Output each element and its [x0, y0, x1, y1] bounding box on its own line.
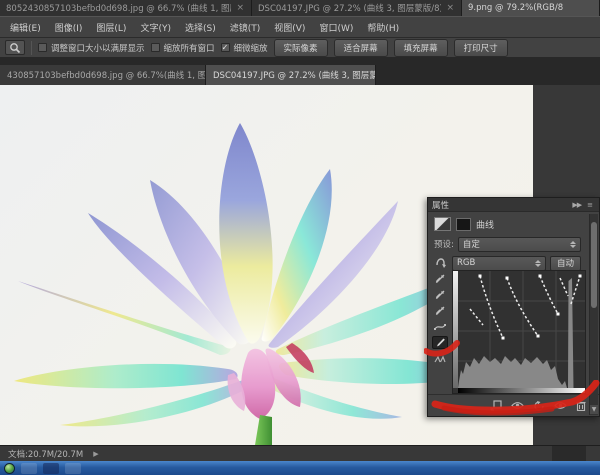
checkbox-checked-icon: ✓: [221, 43, 230, 52]
input-gradient-bar: [458, 388, 585, 393]
status-bar: 文档:20.7M/20.7M ▶: [0, 445, 600, 461]
resize-windows-label: 调整窗口大小以满屏显示: [51, 42, 145, 54]
channel-value: RGB: [457, 258, 475, 268]
panel-menu-icon[interactable]: ≡: [584, 201, 595, 209]
menu-type[interactable]: 文字(Y): [134, 18, 179, 37]
targeted-adjustment-icon[interactable]: [434, 257, 448, 269]
top-tab-1[interactable]: 8052430857103befbd0d698.jpg @ 66.7% (曲线 …: [0, 0, 252, 16]
adjustment-type-label: 曲线: [476, 218, 494, 231]
checkbox-icon: [151, 43, 160, 52]
window-resize-grip[interactable]: [552, 446, 586, 462]
draw-curve-pencil-icon[interactable]: [432, 336, 448, 349]
photoshop-window: 8052430857103befbd0d698.jpg @ 66.7% (曲线 …: [0, 0, 600, 475]
output-gradient-bar: [453, 271, 458, 388]
menu-edit[interactable]: 编辑(E): [4, 18, 49, 37]
menu-bar: 编辑(E) 图像(I) 图层(L) 文字(Y) 选择(S) 滤镜(T) 视图(V…: [0, 16, 600, 38]
top-tab-2[interactable]: DSC04197.JPG @ 27.2% (曲线 3, 图层蒙版/8) ×: [252, 0, 462, 16]
select-arrows-icon: [535, 260, 541, 267]
checkbox-icon: [38, 43, 47, 52]
edit-points-tool-icon[interactable]: [432, 320, 448, 333]
top-tab-1-label: 8052430857103befbd0d698.jpg @ 66.7% (曲线 …: [6, 2, 231, 14]
collapse-panel-icon[interactable]: ▶▶: [569, 201, 584, 209]
close-icon[interactable]: ×: [235, 3, 245, 13]
auto-button[interactable]: 自动: [550, 256, 581, 271]
menu-window[interactable]: 窗口(W): [313, 18, 361, 37]
document-tab-1-label: 430857103befbd0d698.jpg @ 66.7%(曲线 1, 图层…: [7, 69, 206, 81]
menu-filter[interactable]: 滤镜(T): [224, 18, 269, 37]
fit-screen-button[interactable]: 适合屏幕: [334, 39, 388, 57]
panel-scrollbar[interactable]: ▼: [589, 214, 598, 415]
menu-view[interactable]: 视图(V): [268, 18, 313, 37]
preset-value: 自定: [463, 238, 480, 250]
menu-help[interactable]: 帮助(H): [361, 18, 407, 37]
smooth-curve-icon[interactable]: [432, 352, 448, 365]
top-tab-2-label: DSC04197.JPG @ 27.2% (曲线 3, 图层蒙版/8): [258, 2, 441, 14]
flower-petals: [14, 123, 478, 445]
curve-plot: [453, 271, 585, 393]
workspace: 属性 ▶▶ ≡ 曲线 预设: 自定: [0, 85, 600, 445]
delete-adjustment-trash-icon[interactable]: [576, 400, 586, 411]
curve-points[interactable]: [479, 275, 582, 340]
menu-select[interactable]: 选择(S): [179, 18, 224, 37]
panel-footer: [428, 394, 599, 416]
windows-taskbar: [0, 461, 600, 475]
taskbar-app-icon[interactable]: [65, 463, 81, 474]
scrollbar-thumb[interactable]: [591, 222, 597, 308]
divider: [31, 41, 32, 55]
status-expander-icon[interactable]: ▶: [93, 450, 98, 458]
zoom-all-windows-label: 缩放所有窗口: [164, 42, 215, 54]
curve-line[interactable]: [470, 276, 580, 338]
clip-to-layer-icon[interactable]: [490, 400, 502, 411]
taskbar-app-icon[interactable]: [43, 463, 59, 474]
preset-label: 预设:: [434, 238, 454, 250]
adjustment-type-row: 曲线: [428, 214, 587, 234]
scrubby-zoom-checkbox[interactable]: ✓ 细微缩放: [221, 42, 268, 54]
actual-pixels-button[interactable]: 实际像素: [274, 39, 328, 57]
zoom-all-windows-checkbox[interactable]: 缩放所有窗口: [151, 42, 215, 54]
top-tab-bar: 8052430857103befbd0d698.jpg @ 66.7% (曲线 …: [0, 0, 600, 16]
document-tab-1[interactable]: 430857103befbd0d698.jpg @ 66.7%(曲线 1, 图层…: [0, 65, 206, 85]
channel-row: RGB 自动: [428, 255, 587, 271]
layer-mask-thumbnail[interactable]: [456, 218, 471, 231]
panel-title: 属性: [432, 199, 449, 211]
start-button-icon[interactable]: [4, 463, 15, 474]
curves-adjustment-icon[interactable]: [434, 217, 451, 231]
document-tab-bar: 430857103befbd0d698.jpg @ 66.7%(曲线 1, 图层…: [0, 58, 600, 85]
top-tab-3[interactable]: 9.png @ 79.2%(RGB/8: [462, 0, 600, 16]
top-tab-3-label: 9.png @ 79.2%(RGB/8: [468, 3, 563, 13]
channel-select[interactable]: RGB: [452, 256, 546, 271]
toggle-visibility-eye-icon[interactable]: [554, 401, 567, 410]
fill-screen-button[interactable]: 填充屏幕: [394, 39, 448, 57]
previous-state-eye-icon[interactable]: [511, 401, 524, 410]
scrubby-zoom-label: 细微缩放: [234, 42, 268, 54]
resize-windows-checkbox[interactable]: 调整窗口大小以满屏显示: [38, 42, 145, 54]
gray-point-eyedropper-icon[interactable]: [432, 288, 448, 301]
preset-row: 预设: 自定: [428, 236, 587, 252]
document-tab-2[interactable]: DSC04197.JPG @ 27.2% (曲线 3, 图层蒙版/8) * ×: [206, 65, 376, 85]
preset-select[interactable]: 自定: [458, 237, 581, 252]
curve-grid[interactable]: [452, 270, 586, 394]
document-size-status: 文档:20.7M/20.7M: [8, 448, 83, 460]
select-arrows-icon: [570, 241, 576, 248]
close-icon[interactable]: ×: [445, 3, 455, 13]
white-point-eyedropper-icon[interactable]: [432, 304, 448, 317]
black-point-eyedropper-icon[interactable]: [432, 272, 448, 285]
zoom-tool-icon[interactable]: [5, 40, 25, 55]
properties-panel: 属性 ▶▶ ≡ 曲线 预设: 自定: [427, 197, 600, 417]
menu-layer[interactable]: 图层(L): [90, 18, 134, 37]
menu-image[interactable]: 图像(I): [49, 18, 91, 37]
tool-options-bar: 调整窗口大小以满屏显示 缩放所有窗口 ✓ 细微缩放 实际像素 适合屏幕 填充屏幕…: [0, 38, 600, 58]
reset-adjustment-icon[interactable]: [533, 401, 545, 411]
scroll-down-arrow-icon[interactable]: ▼: [590, 405, 598, 414]
print-size-button[interactable]: 打印尺寸: [454, 39, 508, 57]
magnifier-icon: [9, 42, 21, 54]
taskbar-app-icon[interactable]: [21, 463, 37, 474]
properties-panel-header[interactable]: 属性 ▶▶ ≡: [428, 198, 599, 212]
curve-tools-column: [430, 272, 450, 392]
document-tab-2-label: DSC04197.JPG @ 27.2% (曲线 3, 图层蒙版/8) *: [213, 69, 376, 81]
